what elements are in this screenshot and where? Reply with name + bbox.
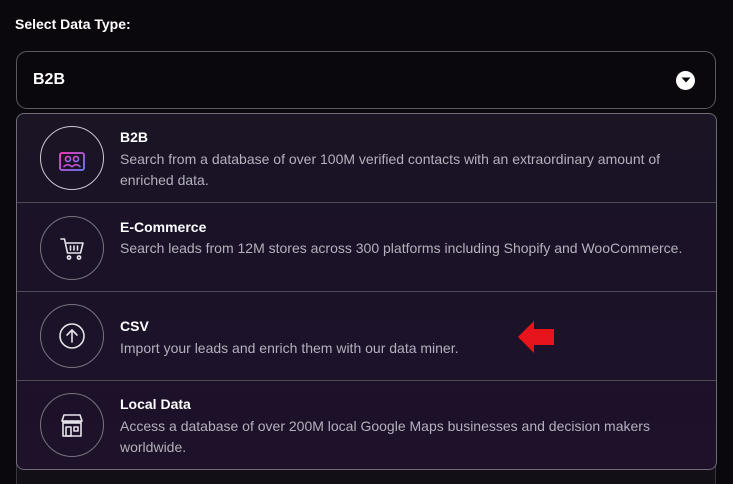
option-description: Import your leads and enrich them with o… xyxy=(120,340,459,356)
option-local-data[interactable]: Local Data Access a database of over 200… xyxy=(17,381,716,469)
option-description: Search from a database of over 100M veri… xyxy=(120,151,661,188)
data-type-select[interactable]: B2B xyxy=(16,51,716,109)
option-title: CSV xyxy=(120,318,149,334)
chevron-down-icon[interactable] xyxy=(676,70,695,90)
field-label: Select Data Type: xyxy=(15,16,131,32)
storefront-icon xyxy=(40,393,104,457)
option-title: B2B xyxy=(120,129,149,145)
option-description: Access a database of over 200M local Goo… xyxy=(120,418,650,455)
pointer-arrow-icon xyxy=(518,321,554,353)
upload-icon xyxy=(40,304,104,368)
contacts-icon xyxy=(40,126,104,190)
data-type-dropdown: B2B Search from a database of over 100M … xyxy=(16,113,717,470)
option-b2b[interactable]: B2B Search from a database of over 100M … xyxy=(17,114,716,203)
option-csv[interactable]: CSV Import your leads and enrich them wi… xyxy=(17,292,716,381)
option-title: E-Commerce xyxy=(120,219,207,235)
select-value: B2B xyxy=(33,71,66,88)
option-title: Local Data xyxy=(120,396,191,412)
shopping-cart-icon xyxy=(40,216,104,280)
option-e-commerce[interactable]: E-Commerce Search leads from 12M stores … xyxy=(17,203,716,292)
option-description: Search leads from 12M stores across 300 … xyxy=(120,240,683,256)
